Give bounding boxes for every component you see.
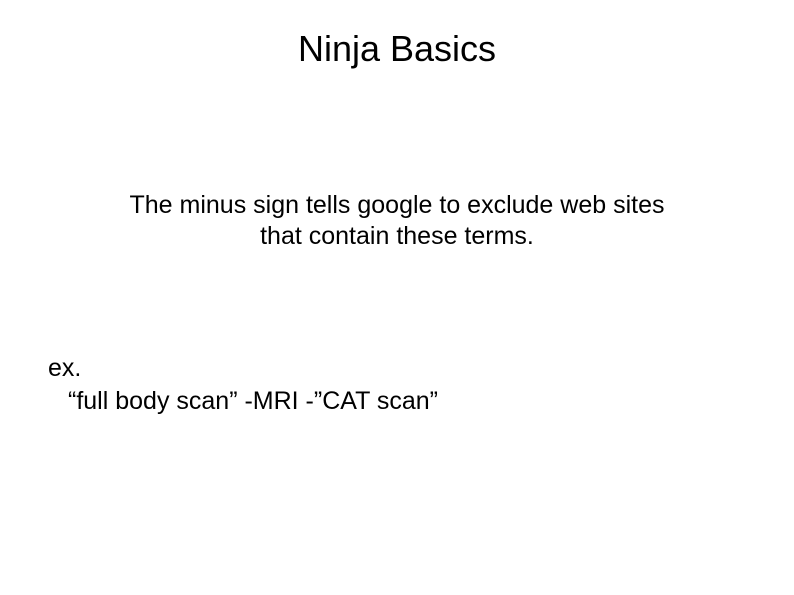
example-label: ex. [48, 352, 438, 385]
body-text: The minus sign tells google to exclude w… [0, 190, 794, 253]
example-query: “full body scan” -MRI -”CAT scan” [48, 385, 438, 418]
body-line-2: that contain these terms. [260, 222, 534, 250]
slide-title: Ninja Basics [0, 28, 794, 70]
slide: Ninja Basics The minus sign tells google… [0, 0, 794, 595]
body-line-1: The minus sign tells google to exclude w… [129, 191, 664, 219]
example-block: ex. “full body scan” -MRI -”CAT scan” [48, 352, 438, 417]
